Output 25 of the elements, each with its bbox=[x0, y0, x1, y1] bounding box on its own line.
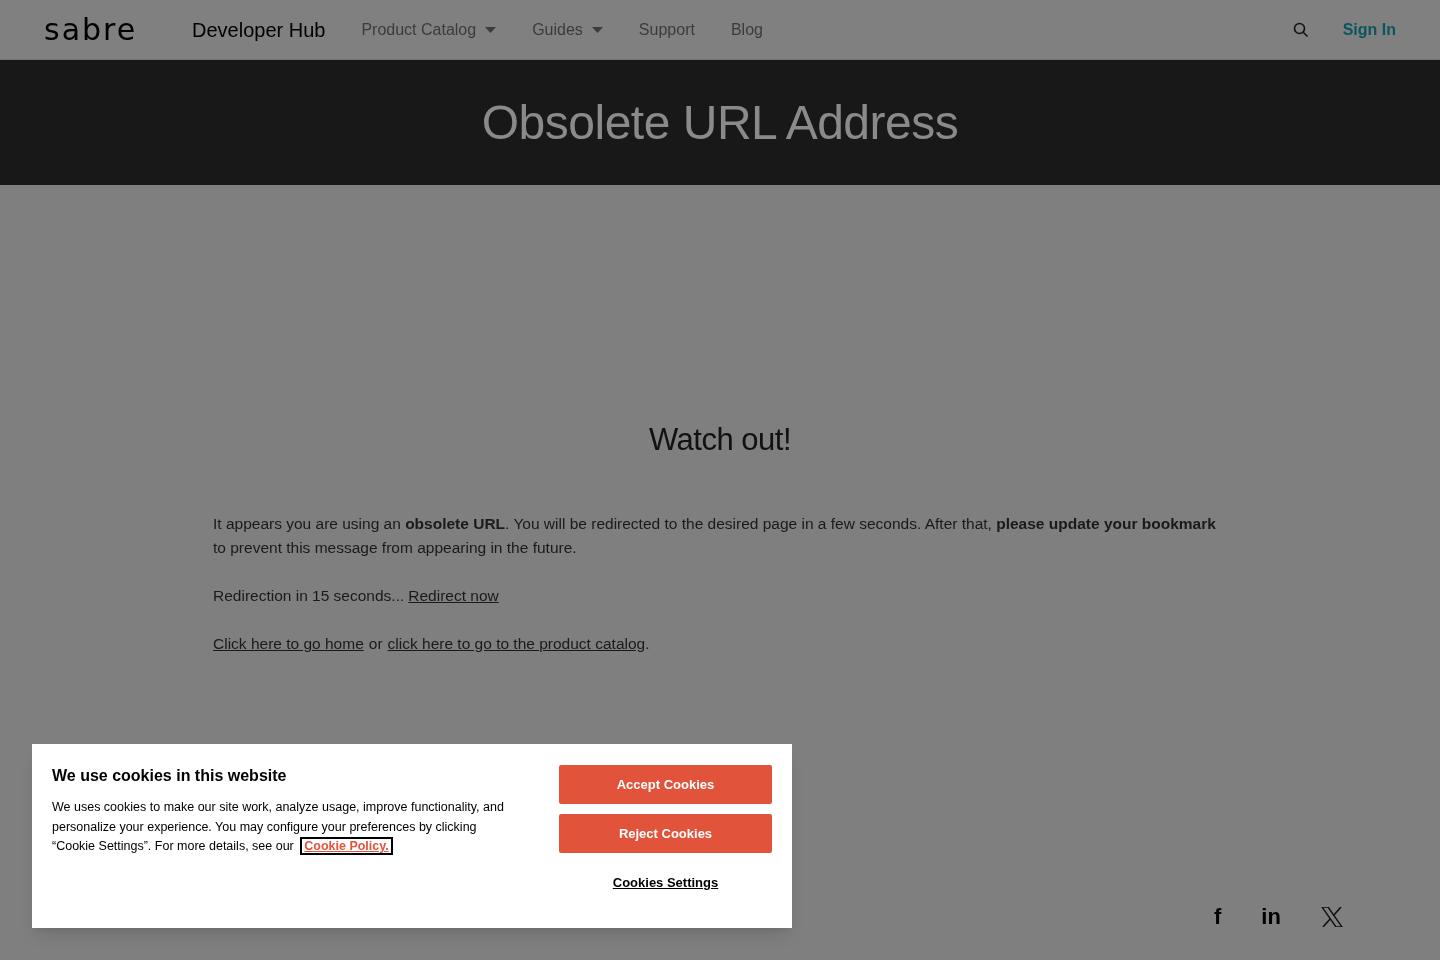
heading: Watch out! bbox=[648, 421, 792, 459]
redirect-link[interactable]: Redirect now bbox=[408, 583, 499, 608]
countdown-text: Redirection in 15 seconds... bbox=[213, 585, 405, 606]
search-icon[interactable] bbox=[1292, 21, 1309, 38]
cookie-policy-link[interactable]: Cookie Policy. bbox=[300, 837, 393, 855]
logo[interactable]: sabre bbox=[44, 14, 154, 45]
nav-link[interactable]: Guides bbox=[532, 17, 603, 42]
separator-text: or bbox=[368, 633, 383, 654]
x-logo-icon[interactable] bbox=[1320, 907, 1343, 927]
period-text: . bbox=[645, 633, 650, 654]
catalog-link[interactable]: click here to go to the product catalog bbox=[387, 631, 646, 656]
nav-link[interactable]: Blog bbox=[730, 17, 763, 42]
social-link[interactable]: f bbox=[1214, 906, 1222, 928]
social-link[interactable]: in bbox=[1261, 906, 1281, 928]
cookie-title: We use cookies in this website bbox=[52, 766, 288, 786]
page-title: Obsolete URL Address bbox=[481, 94, 959, 151]
site-name[interactable]: Developer Hub bbox=[192, 14, 326, 45]
message-text: It appears you are using an obsolete URL. You will be redirected to the desired page in a few seconds. After that, please update your bookmark to prevent this message from appearing in the future. bbox=[213, 513, 1217, 558]
reject-button[interactable]: Reject Cookies bbox=[559, 814, 772, 853]
nav-link[interactable]: Product Catalog bbox=[361, 17, 497, 42]
home-link[interactable]: Click here to go home bbox=[213, 631, 364, 656]
nav-link[interactable]: Support bbox=[638, 17, 695, 42]
cookie-settings-link[interactable]: Cookies Settings bbox=[612, 873, 719, 893]
cookie-text: We uses cookies to make our site work, analyze usage, improve functionality, and personalize your experience. You may configure your preferences by clicking “Cookie Settings”. For more details, see our Cookie Policy. bbox=[52, 799, 505, 857]
accept-button[interactable]: Accept Cookies bbox=[559, 765, 772, 804]
